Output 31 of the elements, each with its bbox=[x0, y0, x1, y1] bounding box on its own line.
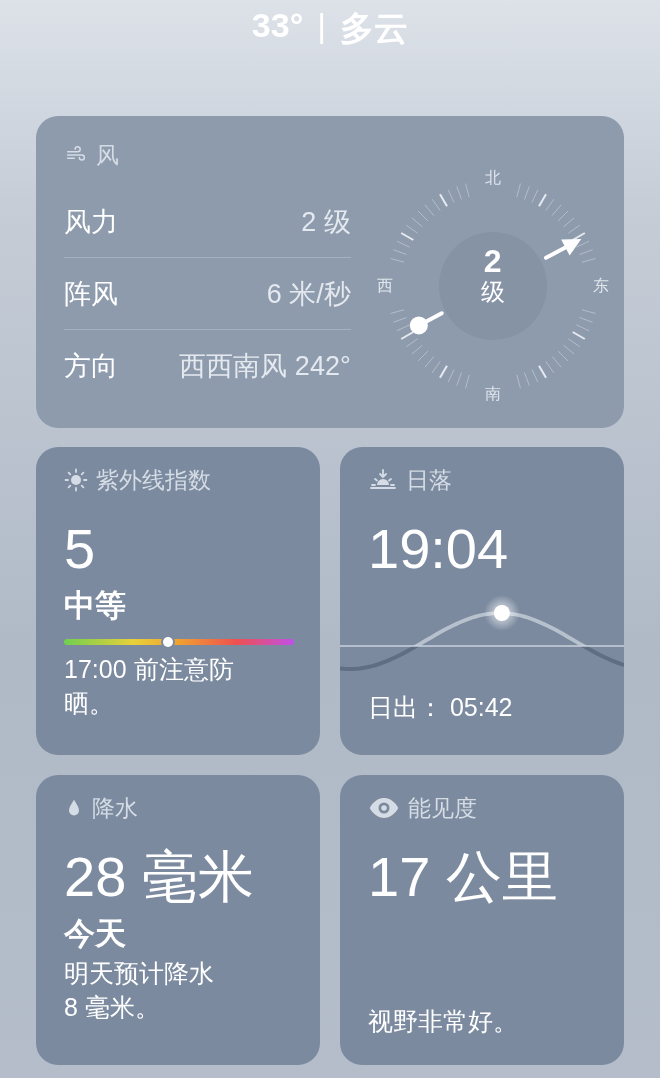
compass-label: 南 bbox=[484, 386, 501, 402]
wind-speed: 2 bbox=[483, 244, 502, 280]
sunset-icon bbox=[368, 468, 398, 492]
card-title: 紫外线指数 bbox=[96, 465, 211, 495]
uv-index: 5 bbox=[64, 521, 97, 577]
card-title: 日落 bbox=[406, 465, 452, 495]
row-value: 2 级 bbox=[301, 205, 351, 239]
card-title: 能见度 bbox=[408, 793, 477, 823]
eye-icon bbox=[368, 797, 400, 819]
precipitation-amount: 28 毫米 bbox=[64, 849, 255, 905]
separator: | bbox=[317, 6, 327, 45]
precipitation-forecast: 明天预计降水 8 毫米。 bbox=[64, 958, 215, 1023]
compass-label: 东 bbox=[592, 278, 609, 294]
visibility-description: 视野非常好。 bbox=[368, 1006, 518, 1038]
row-value: 西西南风 242° bbox=[179, 349, 351, 383]
card-title: 风 bbox=[96, 140, 119, 170]
sunrise-time: 日出： 05:42 bbox=[368, 692, 514, 723]
row-label: 阵风 bbox=[64, 277, 118, 311]
compass-label: 北 bbox=[484, 170, 501, 186]
row-value: 6 米/秒 bbox=[266, 277, 351, 311]
sun-icon bbox=[64, 468, 88, 492]
card-title: 降水 bbox=[92, 793, 138, 823]
uv-advice: 17:00 前注意防晒。 bbox=[64, 654, 235, 719]
row-label: 风力 bbox=[64, 205, 118, 239]
compass-label: 西 bbox=[376, 278, 393, 294]
uv-category: 中等 bbox=[64, 587, 127, 625]
row-label: 方向 bbox=[64, 349, 118, 383]
precipitation-period: 今天 bbox=[64, 915, 127, 953]
sunset-time: 19:04 bbox=[368, 521, 510, 577]
visibility-distance: 17 公里 bbox=[368, 849, 559, 905]
wind-unit: 级 bbox=[480, 279, 505, 306]
